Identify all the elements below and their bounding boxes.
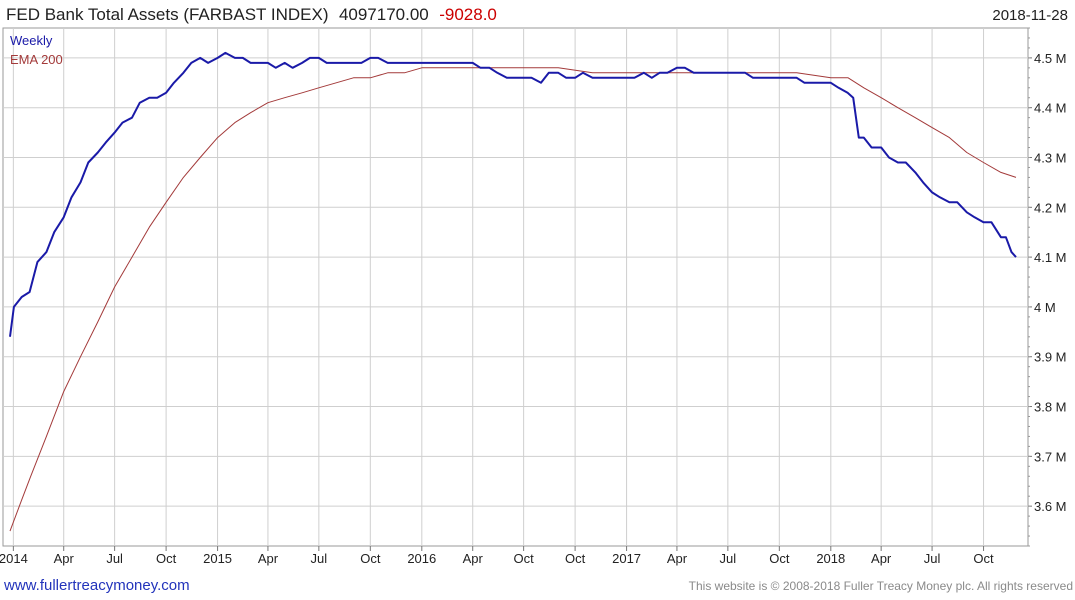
y-tick-label: 4.4 M — [1034, 101, 1067, 116]
x-tick-label: Oct — [514, 551, 535, 566]
x-tick-label: Apr — [258, 551, 279, 566]
y-tick-label: 4.5 M — [1034, 51, 1067, 66]
legend-weekly: Weekly — [10, 33, 53, 48]
x-tick-label: Apr — [463, 551, 484, 566]
x-tick-label: Jul — [720, 551, 737, 566]
x-tick-label: Apr — [54, 551, 75, 566]
x-tick-label: 2014 — [0, 551, 28, 566]
last-value: 4097170.00 — [339, 5, 429, 24]
x-tick-label: 2018 — [816, 551, 845, 566]
footer-copyright: This website is © 2008-2018 Fuller Treac… — [689, 579, 1073, 593]
y-axis: 3.6 M 3.7 M 3.8 M 3.9 M 4 M 4.1 M 4.2 M 4.3 M 4.… — [1028, 27, 1067, 547]
y-tick-label: 4.2 M — [1034, 200, 1067, 215]
plot-area — [2, 27, 1029, 547]
x-tick-label: 2016 — [407, 551, 436, 566]
chart-header: FED Bank Total Assets (FARBAST INDEX) 40… — [6, 5, 497, 24]
x-tick-label: Oct — [565, 551, 586, 566]
chart: 3.6 M 3.7 M 3.8 M 3.9 M 4 M 4.1 M 4.2 M 4.3 M 4.… — [0, 5, 1073, 594]
y-tick-label: 3.8 M — [1034, 400, 1067, 415]
y-tick-label: 4 M — [1034, 300, 1056, 315]
x-tick-label: 2015 — [203, 551, 232, 566]
x-tick-label: Jul — [924, 551, 941, 566]
x-tick-label: Apr — [871, 551, 892, 566]
y-tick-label: 3.9 M — [1034, 350, 1067, 365]
legend-ema: EMA 200 — [10, 52, 63, 67]
chart-title: FED Bank Total Assets (FARBAST INDEX) — [6, 5, 328, 24]
x-tick-label: Jul — [311, 551, 328, 566]
x-tick-label: Oct — [973, 551, 994, 566]
x-tick-label: Oct — [360, 551, 381, 566]
x-tick-label: 2017 — [612, 551, 641, 566]
change-value: -9028.0 — [439, 5, 497, 24]
y-tick-label: 3.7 M — [1034, 449, 1067, 464]
x-tick-label: Oct — [769, 551, 790, 566]
y-tick-label: 4.3 M — [1034, 151, 1067, 166]
y-tick-label: 3.6 M — [1034, 499, 1067, 514]
x-axis: 2014 Apr Jul Oct 2015 Apr Jul Oct 2016 Apr Oct Oct 2… — [0, 546, 994, 566]
y-tick-label: 4.1 M — [1034, 250, 1067, 265]
x-tick-label: Oct — [156, 551, 177, 566]
header-date: 2018-11-28 — [992, 7, 1068, 24]
x-tick-label: Jul — [106, 551, 123, 566]
footer-website-link[interactable]: www.fullertreacymoney.com — [3, 577, 190, 594]
x-tick-label: Apr — [667, 551, 688, 566]
